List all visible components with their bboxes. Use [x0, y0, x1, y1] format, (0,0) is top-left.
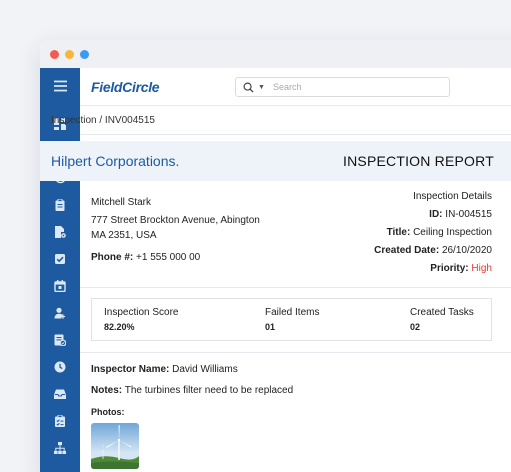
wind-turbine-image[interactable]	[91, 423, 139, 469]
customer-phone: Phone #: +1 555 000 00	[91, 252, 200, 263]
score-summary	[91, 298, 492, 341]
created-tasks-label: Created Tasks	[410, 307, 474, 318]
score-label: Inspection Score	[104, 307, 179, 318]
user-add-icon[interactable]	[40, 303, 80, 323]
title-value: Ceiling Inspection	[413, 227, 492, 238]
created-label: Created Date:	[374, 245, 440, 256]
divider	[80, 134, 511, 135]
photos-label: Photos:	[91, 407, 125, 417]
score-value: 82.20%	[104, 322, 135, 332]
top-bar: FieldCircle ▼	[80, 68, 511, 106]
phone-value: +1 555 000 00	[136, 252, 201, 263]
created-date: Created Date: 26/10/2020	[374, 245, 492, 256]
inspector-label: Inspector Name:	[91, 364, 170, 375]
priority-value: High	[471, 263, 492, 274]
phone-label: Phone #:	[91, 252, 134, 263]
inspector-value: David Williams	[172, 364, 238, 375]
notes: Notes: The turbines filter need to be re…	[91, 385, 293, 396]
created-tasks-value: 02	[410, 322, 421, 332]
calendar-event-icon[interactable]	[40, 276, 80, 296]
created-value: 26/10/2020	[441, 245, 492, 256]
search-icon[interactable]	[243, 82, 254, 93]
divider	[80, 287, 511, 288]
failed-items-value: 01	[265, 322, 276, 332]
sidebar	[40, 68, 80, 472]
inspection-id: ID: IN-004515	[429, 209, 492, 220]
clipboard-icon[interactable]	[40, 195, 80, 215]
hierarchy-icon[interactable]	[40, 438, 80, 458]
close-window-button[interactable]	[50, 49, 59, 59]
search-input[interactable]	[272, 82, 423, 92]
id-value: IN-004515	[445, 209, 492, 220]
report-title: INSPECTION REPORT	[343, 153, 494, 169]
breadcrumb[interactable]: Inspection / INV004515	[51, 115, 155, 126]
chevron-down-icon[interactable]: ▼	[258, 84, 265, 91]
title-label: Title:	[386, 227, 411, 238]
customer-address-line2: MA 2351, USA	[91, 230, 157, 241]
inspector-name: Inspector Name: David Williams	[91, 364, 238, 375]
search-box[interactable]: ▼	[235, 77, 450, 97]
checkbox-icon[interactable]	[40, 249, 80, 269]
customer-name: Mitchell Stark	[91, 197, 152, 208]
notes-value: The turbines filter need to be replaced	[124, 385, 294, 396]
id-label: ID:	[429, 209, 443, 220]
photo-thumbnail[interactable]	[91, 423, 139, 469]
clock-icon[interactable]	[40, 357, 80, 377]
hamburger-menu-icon[interactable]	[40, 76, 80, 96]
inspection-icon[interactable]	[40, 330, 80, 350]
priority: Priority: High	[430, 263, 492, 274]
company-name: Hilpert Corporations.	[51, 153, 180, 169]
minimize-window-button[interactable]	[65, 49, 74, 59]
maximize-window-button[interactable]	[80, 49, 89, 59]
divider	[80, 352, 511, 353]
document-settings-icon[interactable]	[40, 222, 80, 242]
failed-items-label: Failed Items	[265, 307, 320, 318]
notes-label: Notes:	[91, 385, 123, 396]
window-titlebar	[40, 40, 511, 68]
inspection-title: Title: Ceiling Inspection	[387, 227, 492, 238]
inspection-details-heading: Inspection Details	[413, 191, 492, 202]
inbox-icon[interactable]	[40, 384, 80, 404]
checklist-icon[interactable]	[40, 411, 80, 431]
customer-address-line1: 777 Street Brockton Avenue, Abington	[91, 215, 260, 226]
fieldcircle-logo[interactable]: FieldCircle	[91, 79, 160, 95]
priority-label: Priority:	[430, 263, 469, 274]
